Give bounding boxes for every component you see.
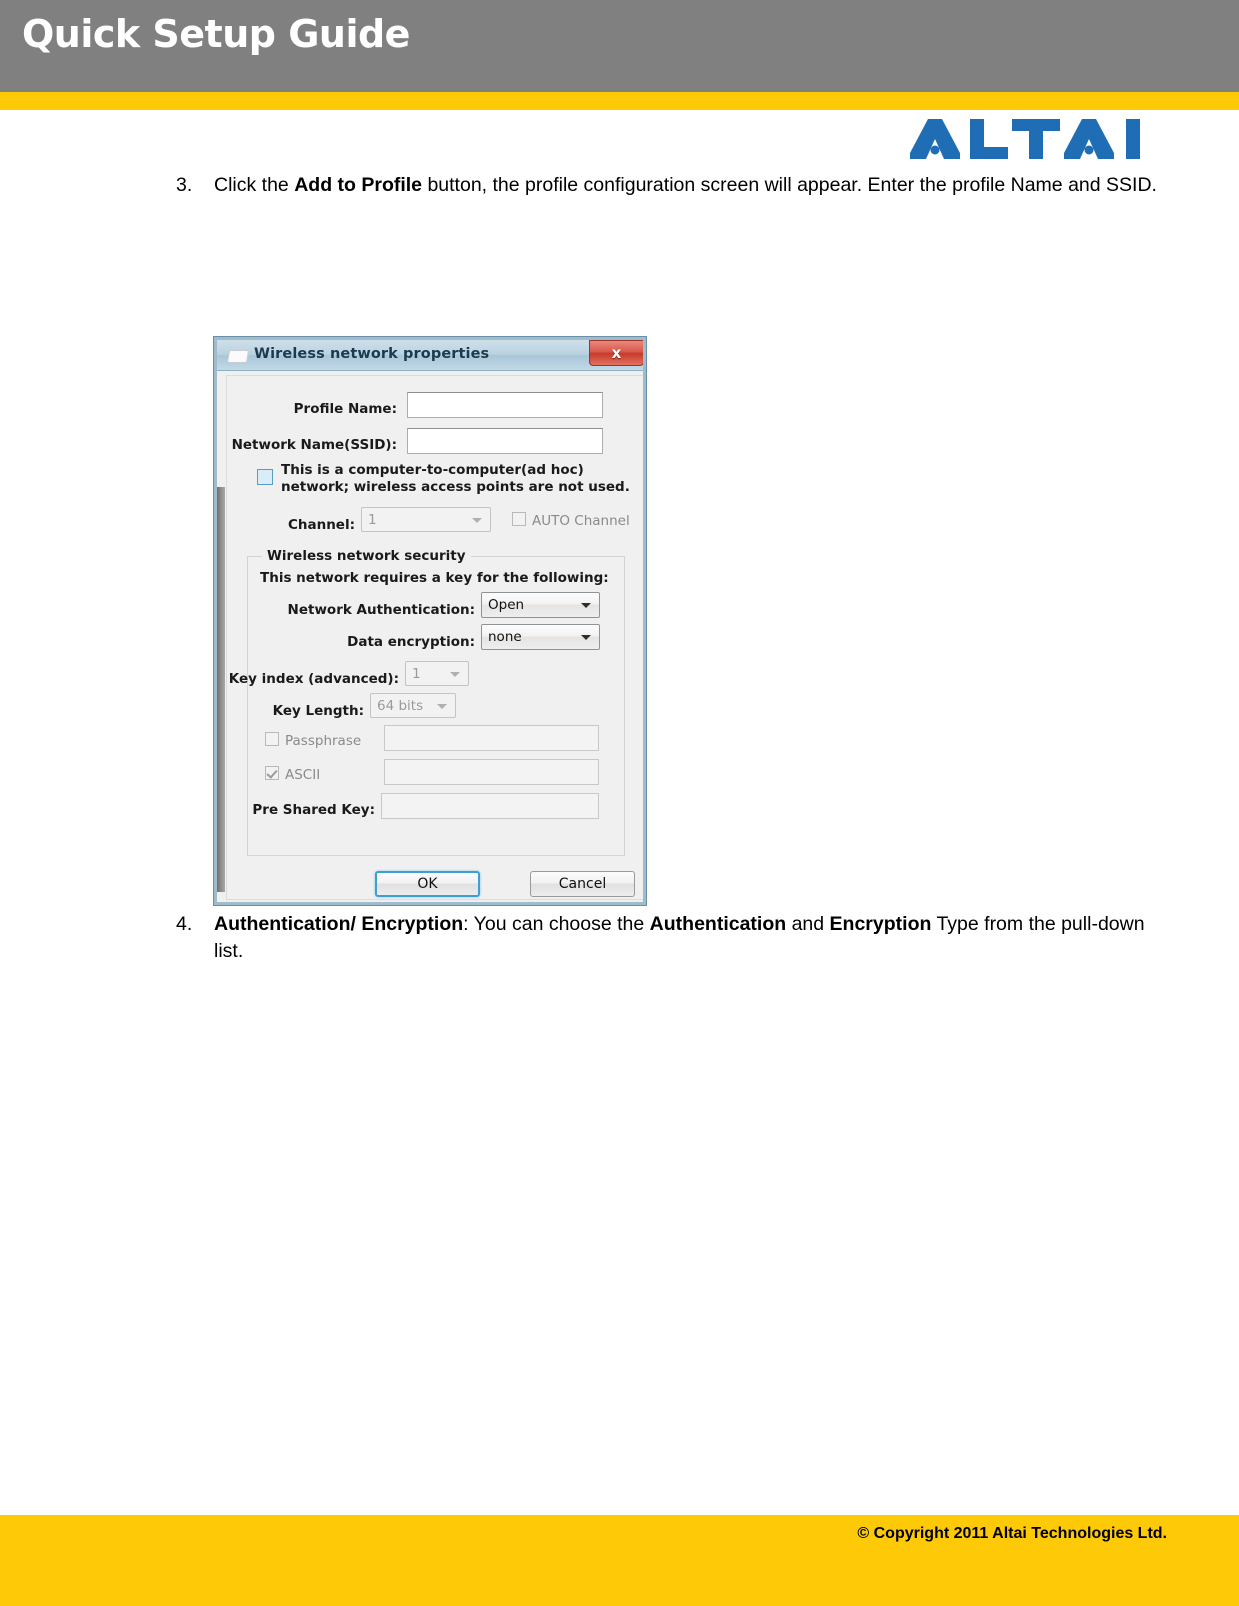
chevron-down-icon	[450, 671, 460, 677]
page-title: Quick Setup Guide	[22, 12, 410, 56]
adhoc-checkbox[interactable]	[257, 469, 273, 485]
step-text: Authentication/ Encryption: You can choo…	[214, 911, 1179, 965]
passphrase-input[interactable]	[384, 725, 599, 751]
step-number: 3.	[176, 174, 193, 196]
data-encryption-select[interactable]: none	[481, 624, 600, 650]
key-index-value: 1	[412, 665, 421, 682]
step3-part-0: Click the	[214, 174, 295, 196]
profile-name-label: Profile Name:	[293, 401, 397, 417]
cancel-button-label: Cancel	[558, 876, 607, 892]
network-authentication-select[interactable]: Open	[481, 592, 600, 618]
close-icon[interactable]: x	[589, 340, 644, 366]
data-encryption-value: none	[488, 629, 522, 645]
chevron-down-icon	[581, 603, 591, 608]
key-index-label: Key index (advanced):	[228, 671, 399, 687]
copyright-text: © Copyright 2011 Altai Technologies Ltd.	[857, 1525, 1167, 1542]
channel-select-value: 1	[368, 511, 377, 528]
network-authentication-value: Open	[488, 597, 525, 613]
pre-shared-key-label: Pre Shared Key:	[252, 802, 375, 818]
step-text: Click the Add to Profile button, the pro…	[214, 172, 1179, 199]
wireless-network-properties-dialog: Wireless network properties x Profile Na…	[213, 336, 647, 906]
step-item-3: 3. Click the Add to Profile button, the …	[176, 172, 1179, 199]
auto-channel-checkbox[interactable]	[512, 512, 526, 526]
data-encryption-label: Data encryption:	[347, 634, 475, 650]
ssid-input[interactable]	[407, 428, 603, 454]
dialog-titlebar: Wireless network properties x	[217, 340, 645, 371]
key-length-select[interactable]: 64 bits	[370, 693, 456, 718]
chevron-down-icon	[581, 635, 591, 640]
security-subtitle: This network requires a key for the foll…	[260, 570, 609, 586]
ascii-input[interactable]	[384, 759, 599, 785]
dialog-left-scrollbar[interactable]	[217, 487, 225, 892]
step3-part-2: button, the profile configuration screen…	[422, 174, 1157, 196]
adhoc-checkbox-label: This is a computer-to-computer(ad hoc) n…	[281, 462, 630, 495]
header-accent-stripe	[0, 92, 1239, 110]
step4-part-4: Encryption	[829, 912, 932, 935]
ok-button[interactable]: OK	[375, 871, 480, 897]
key-length-value: 64 bits	[377, 697, 424, 714]
dialog-client-area: Profile Name: Network Name(SSID): This i…	[226, 375, 644, 900]
document-body: 3. Click the Add to Profile button, the …	[0, 110, 1239, 965]
passphrase-label: Passphrase	[285, 733, 362, 749]
auto-channel-label: AUTO Channel	[532, 513, 630, 529]
wireless-network-security-group-title: Wireless network security	[262, 548, 471, 564]
key-length-label: Key Length:	[272, 703, 364, 719]
window-icon	[226, 350, 250, 363]
step-number: 4.	[176, 912, 193, 935]
chevron-down-icon	[437, 703, 447, 709]
channel-label: Channel:	[287, 517, 355, 533]
step4-part-3: and	[786, 912, 830, 935]
pre-shared-key-input[interactable]	[381, 793, 599, 819]
passphrase-checkbox[interactable]	[265, 732, 279, 746]
chevron-down-icon	[472, 517, 482, 523]
step4-part-2: Authentication	[649, 912, 787, 935]
step3-part-1: Add to Profile	[294, 174, 423, 196]
wireless-network-properties-dialog-image: Wireless network properties x Profile Na…	[213, 336, 647, 906]
ssid-label: Network Name(SSID):	[231, 437, 397, 453]
channel-select[interactable]: 1	[361, 507, 491, 532]
dialog-title: Wireless network properties	[254, 346, 490, 362]
key-index-select[interactable]: 1	[405, 661, 469, 686]
ascii-label: ASCII	[285, 767, 321, 783]
step4-part-0: Authentication/ Encryption	[214, 912, 464, 935]
step-item-4: 4. Authentication/ Encryption: You can c…	[176, 911, 1179, 965]
step4-part-1: : You can choose the	[463, 912, 650, 935]
cancel-button[interactable]: Cancel	[530, 871, 635, 897]
ascii-checkbox[interactable]	[265, 766, 279, 780]
profile-name-input[interactable]	[407, 392, 603, 418]
network-authentication-label: Network Authentication:	[287, 602, 475, 618]
ok-button-label: OK	[417, 876, 438, 892]
